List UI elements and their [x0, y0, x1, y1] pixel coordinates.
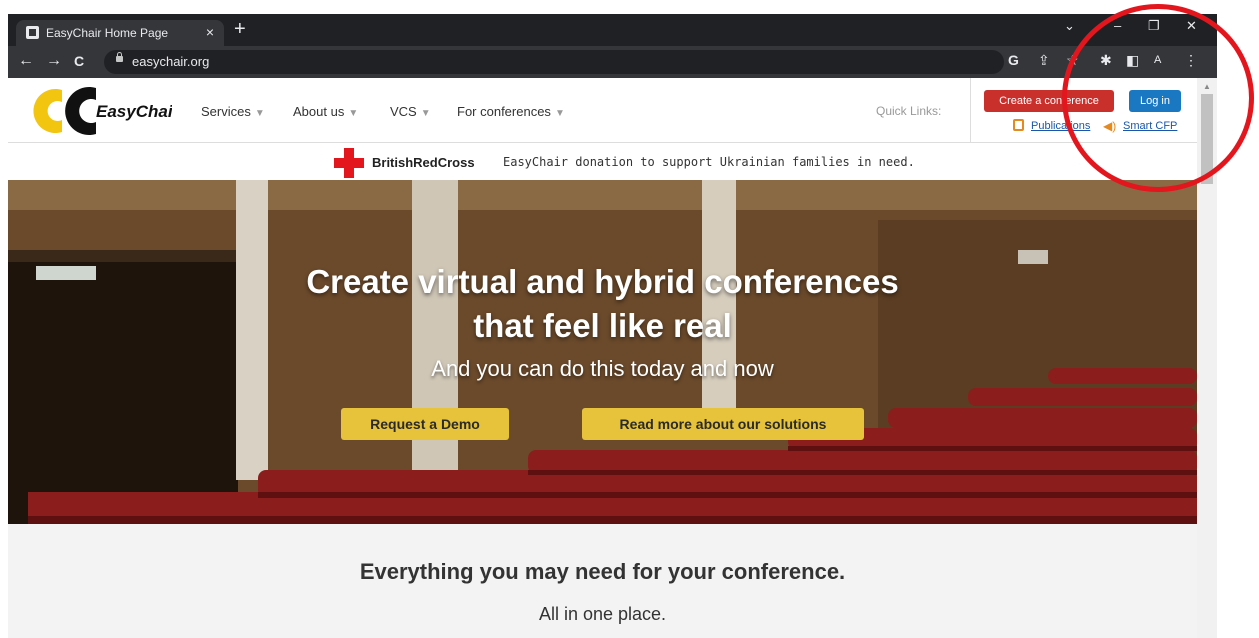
publications-icon: [1013, 119, 1024, 131]
nav-services-label: Services: [201, 104, 251, 119]
publications-link[interactable]: Publications: [1031, 120, 1090, 132]
site-header: EasyChair Services ▼ About us ▼ VCS ▼ For c…: [8, 78, 1197, 143]
url-text[interactable]: easychair.org: [132, 54, 209, 69]
hero-title-line1: Create virtual and hybrid conferences: [306, 263, 899, 300]
nav-for-conferences-label: For conferences: [457, 104, 551, 119]
nav-about-us[interactable]: About us ▼: [293, 104, 358, 119]
lock-icon[interactable]: [116, 52, 123, 62]
address-bar[interactable]: easychair.org: [104, 50, 1004, 74]
sidepanel-icon[interactable]: ◧: [1126, 52, 1139, 69]
hero-subtitle: And you can do this today and now: [431, 356, 774, 381]
share-icon[interactable]: ⇪: [1038, 52, 1050, 69]
minimize-button[interactable]: –: [1114, 18, 1121, 33]
speaker-icon: ◀): [1103, 119, 1117, 133]
extensions-icon[interactable]: ✱: [1100, 52, 1112, 69]
page-scrollbar[interactable]: ▲: [1197, 78, 1217, 638]
forward-button[interactable]: →: [46, 53, 62, 69]
quick-links-label: Quick Links:: [876, 104, 942, 118]
section-subtitle: All in one place.: [538, 604, 667, 624]
nav-about-label: About us: [293, 104, 345, 119]
logo-mark-icon: EasyChair: [33, 87, 181, 135]
login-button[interactable]: Log in: [1129, 90, 1181, 112]
section-title: Everything you may need for your confere…: [359, 559, 846, 584]
easychair-logo[interactable]: EasyChair: [32, 84, 181, 136]
browser-window: EasyChair Home Page × + ⌄ – ❐ ✕ ← → C ea…: [8, 14, 1217, 638]
chevron-down-icon: ▼: [554, 108, 565, 119]
profile-icon[interactable]: A: [1154, 54, 1161, 66]
restore-button[interactable]: ❐: [1148, 18, 1160, 34]
browser-toolbar: ← → C easychair.org G ⇪ ☆ ✱ ◧ A ⋮: [8, 46, 1217, 78]
chevron-down-icon: ▼: [420, 108, 431, 119]
nav-vcs-label: VCS: [390, 104, 417, 119]
scroll-thumb[interactable]: [1201, 94, 1213, 184]
google-icon[interactable]: G: [1008, 52, 1019, 68]
nav-services[interactable]: Services ▼: [201, 104, 265, 119]
favicon-icon: [26, 26, 39, 39]
red-cross-icon: [334, 148, 364, 178]
create-conference-button[interactable]: Create a conference: [984, 90, 1114, 112]
hero-title-line2: that feel like real: [473, 307, 732, 344]
tab-strip: EasyChair Home Page × + ⌄ – ❐ ✕: [8, 14, 1217, 46]
tab-close-button[interactable]: ×: [206, 24, 214, 40]
back-button[interactable]: ←: [18, 53, 34, 69]
request-demo-button[interactable]: Request a Demo: [341, 408, 509, 440]
tab-easychair[interactable]: EasyChair Home Page ×: [16, 20, 224, 46]
read-solutions-button[interactable]: Read more about our solutions: [582, 408, 864, 440]
tab-title: EasyChair Home Page: [46, 26, 169, 40]
chevron-down-icon: ▼: [348, 108, 359, 119]
new-tab-button[interactable]: +: [234, 19, 246, 39]
smart-cfp-link[interactable]: Smart CFP: [1123, 120, 1177, 132]
menu-icon[interactable]: ⋮: [1184, 52, 1198, 69]
nav-for-conferences[interactable]: For conferences ▼: [457, 104, 565, 119]
hero-section: Create virtual and hybrid conferences th…: [8, 180, 1197, 524]
auditorium-image: [8, 180, 1197, 524]
donation-text[interactable]: EasyChair donation to support Ukrainian …: [503, 155, 915, 169]
chevron-down-icon: ▼: [254, 108, 265, 119]
nav-vcs[interactable]: VCS ▼: [390, 104, 431, 119]
header-divider: [970, 78, 971, 142]
tab-search-button[interactable]: ⌄: [1064, 18, 1075, 34]
hero-title: Create virtual and hybrid conferences th…: [8, 260, 1197, 348]
reload-button[interactable]: C: [74, 53, 84, 69]
british-red-cross-name: BritishRedCross: [372, 155, 475, 170]
donation-banner[interactable]: BritishRedCross EasyChair donation to su…: [8, 143, 1197, 181]
logo-text: EasyChair: [96, 102, 172, 121]
star-icon[interactable]: ☆: [1066, 52, 1079, 69]
close-window-button[interactable]: ✕: [1186, 18, 1197, 34]
scroll-up-icon[interactable]: ▲: [1203, 82, 1211, 91]
